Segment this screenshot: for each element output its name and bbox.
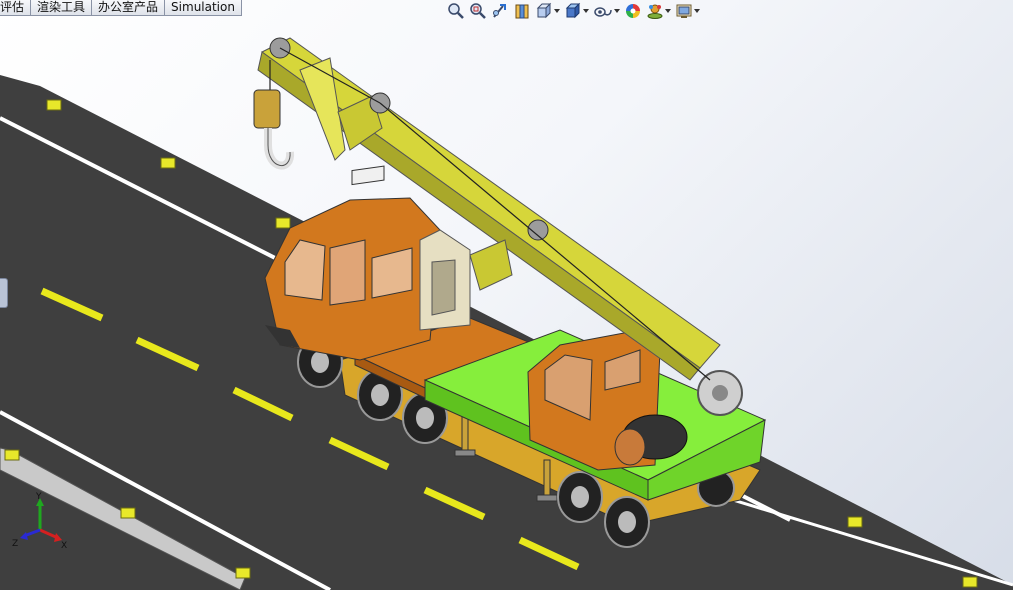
reference-triad: Y X Z xyxy=(12,492,67,551)
view-settings-icon xyxy=(676,4,692,18)
chevron-down-icon[interactable] xyxy=(582,0,589,22)
z-axis-label: Z xyxy=(12,539,18,549)
edit-appearance-button[interactable] xyxy=(623,0,643,22)
hook-block xyxy=(253,89,295,170)
outrigger-leg xyxy=(543,459,551,499)
display-style-button[interactable] xyxy=(563,0,590,22)
x-axis-label: X xyxy=(61,541,67,551)
previous-view-button[interactable] xyxy=(490,0,510,22)
apply-scene-button[interactable] xyxy=(645,0,672,22)
zoom-to-area-icon xyxy=(470,3,486,19)
command-manager-tabs: 评估 渲染工具 办公室产品 Simulation xyxy=(0,0,242,16)
outrigger-leg xyxy=(461,414,469,454)
zoom-to-fit-icon xyxy=(448,3,464,19)
tab-render-tools[interactable]: 渲染工具 xyxy=(31,0,93,15)
reflector-post xyxy=(275,217,291,229)
heads-up-view-toolbar xyxy=(446,0,701,22)
apply-scene-icon xyxy=(647,4,663,19)
reflector-post xyxy=(120,507,136,519)
section-view-icon xyxy=(515,4,529,19)
reflector-post xyxy=(962,576,978,588)
edit-appearance-icon xyxy=(626,4,640,18)
hide-show-items-icon xyxy=(594,7,612,17)
reflector-post xyxy=(160,157,176,169)
tab-simulation[interactable]: Simulation xyxy=(165,0,242,15)
tab-evaluate[interactable]: 评估 xyxy=(0,0,32,15)
display-style-icon xyxy=(565,2,581,19)
chevron-down-icon[interactable] xyxy=(664,0,671,22)
chevron-down-icon[interactable] xyxy=(553,0,560,22)
outrigger-foot xyxy=(454,449,476,457)
view-orientation-button[interactable] xyxy=(534,0,561,22)
zoom-to-fit-button[interactable] xyxy=(446,0,466,22)
cab-roof-hatch xyxy=(351,165,385,186)
zoom-to-area-button[interactable] xyxy=(468,0,488,22)
graphics-viewport[interactable] xyxy=(0,0,1013,590)
tab-office-products[interactable]: 办公室产品 xyxy=(92,0,166,15)
reflector-post xyxy=(847,516,863,528)
boom-section xyxy=(469,239,513,291)
previous-view-icon xyxy=(493,4,506,18)
reflector-post xyxy=(46,99,62,111)
chevron-down-icon[interactable] xyxy=(613,0,620,22)
view-settings-button[interactable] xyxy=(674,0,701,22)
chevron-down-icon[interactable] xyxy=(693,0,700,22)
task-pane-collapse-handle[interactable] xyxy=(0,278,8,308)
reflector-post xyxy=(4,449,20,461)
y-axis-label: Y xyxy=(35,492,42,502)
outrigger-foot xyxy=(536,494,558,502)
hide-show-items-button[interactable] xyxy=(592,0,621,22)
view-orientation-icon xyxy=(536,2,552,19)
reflector-post xyxy=(235,567,251,579)
section-view-button[interactable] xyxy=(512,0,532,22)
